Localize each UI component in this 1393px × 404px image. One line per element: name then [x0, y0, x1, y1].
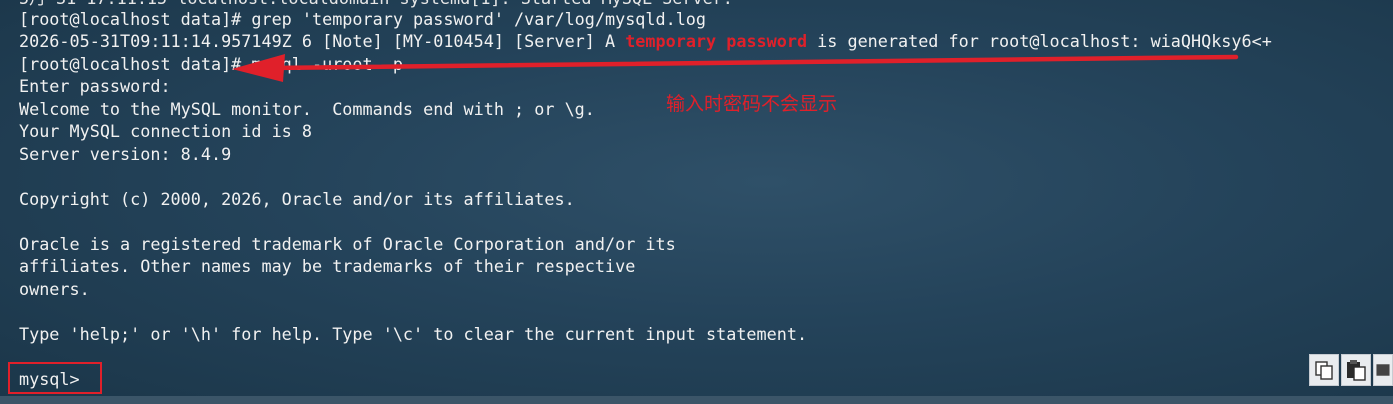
terminal-line-mysql-login: [root@localhost data]# mysql -uroot -p [19, 54, 403, 74]
terminal-line-temp-password: 2026-05-31T09:11:14.957149Z 6 [Note] [MY… [19, 30, 1272, 52]
terminal-line-help: Type 'help;' or '\h' for help. Type '\c'… [19, 324, 808, 344]
log-prefix: 2026-05-31T09:11:14.957149Z 6 [Note] [MY… [19, 31, 626, 51]
partial-toolbar-button[interactable] [1373, 354, 1393, 386]
copy-icon [1315, 361, 1333, 380]
terminal-line-server-version: Server version: 8.4.9 [19, 144, 232, 164]
prompt-highlight-box [8, 362, 102, 394]
terminal-line-enter-password: Enter password: [19, 76, 171, 96]
terminal-line-welcome: Welcome to the MySQL monitor. Commands e… [19, 99, 595, 119]
terminal-line-trademark-3: owners. [19, 279, 90, 299]
terminal-line-trademark-1: Oracle is a registered trademark of Orac… [19, 234, 676, 254]
partial-icon [1376, 364, 1390, 376]
horizontal-scrollbar[interactable] [0, 396, 1393, 404]
paste-button[interactable] [1341, 354, 1371, 386]
log-suffix: is generated for root@localhost: wiaQHQk… [807, 31, 1272, 51]
temporary-password-highlight: temporary password [625, 31, 808, 51]
annotation-label: 输入时密码不会显示 [666, 93, 838, 115]
terminal-line-trademark-2: affiliates. Other names may be trademark… [19, 256, 636, 276]
terminal-line-grep-command: [root@localhost data]# grep 'temporary p… [19, 9, 707, 29]
terminal-line-copyright: Copyright (c) 2000, 2026, Oracle and/or … [19, 189, 575, 209]
copy-button[interactable] [1309, 354, 1339, 386]
terminal-line-connection-id: Your MySQL connection id is 8 [19, 121, 312, 141]
terminal-window[interactable]: 5月 31 17:11:15 localhost.localdomain sys… [0, 0, 1393, 404]
terminal-toolbar [1309, 354, 1393, 388]
paste-icon [1347, 360, 1366, 381]
